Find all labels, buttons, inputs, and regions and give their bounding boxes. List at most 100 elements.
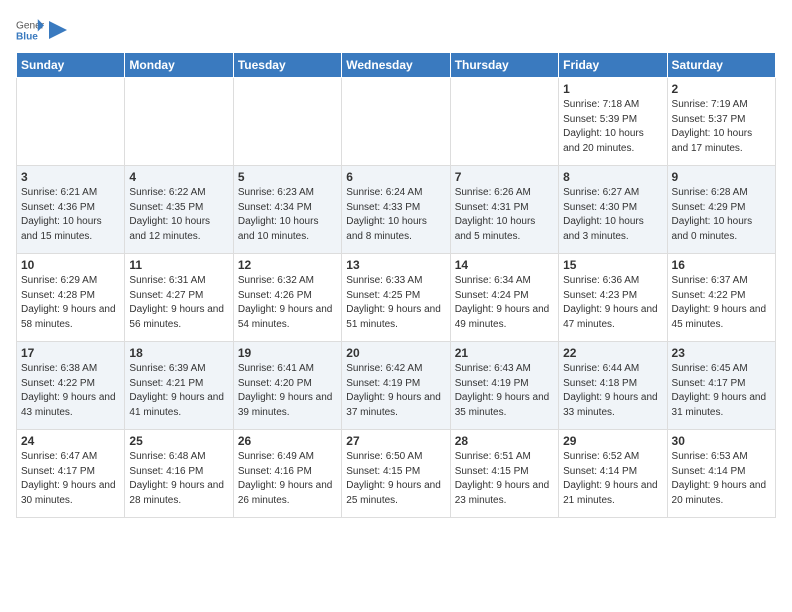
day-number: 13 xyxy=(346,258,445,272)
day-info: Sunrise: 6:28 AM Sunset: 4:29 PM Dayligh… xyxy=(672,186,771,244)
calendar-table: SundayMondayTuesdayWednesdayThursdayFrid… xyxy=(16,52,776,518)
day-number: 24 xyxy=(21,434,120,448)
calendar-cell: 18 Sunrise: 6:39 AM Sunset: 4:21 PM Dayli… xyxy=(125,342,233,430)
calendar-cell xyxy=(342,78,450,166)
calendar-cell xyxy=(233,78,341,166)
day-info: Sunrise: 6:37 AM Sunset: 4:22 PM Dayligh… xyxy=(672,274,771,332)
day-info: Sunrise: 6:39 AM Sunset: 4:21 PM Dayligh… xyxy=(129,362,228,420)
calendar-cell: 11Sunrise: 6:31 AM Sunset: 4:27 PM Dayli… xyxy=(125,254,233,342)
day-info: Sunrise: 6:22 AM Sunset: 4:35 PM Dayligh… xyxy=(129,186,228,244)
day-info: Sunrise: 6:41 AM Sunset: 4:20 PM Dayligh… xyxy=(238,362,337,420)
day-info: Sunrise: 7:19 AM Sunset: 5:37 PM Dayligh… xyxy=(672,98,771,156)
day-number: 10 xyxy=(21,258,120,272)
calendar-cell: 15 Sunrise: 6:36 AM Sunset: 4:23 PM Dayli… xyxy=(559,254,667,342)
day-info: Sunrise: 6:23 AM Sunset: 4:34 PM Dayligh… xyxy=(238,186,337,244)
weekday-header-sunday: Sunday xyxy=(17,53,125,78)
day-number: 12 xyxy=(238,258,337,272)
svg-text:Blue: Blue xyxy=(16,31,38,42)
calendar-week-row: 3Sunrise: 6:21 AM Sunset: 4:36 PM Daylig… xyxy=(17,166,776,254)
calendar-cell: 6 Sunrise: 6:24 AM Sunset: 4:33 PM Daylig… xyxy=(342,166,450,254)
day-number: 25 xyxy=(129,434,228,448)
calendar-cell: 2 Sunrise: 7:19 AM Sunset: 5:37 PM Daylig… xyxy=(667,78,775,166)
day-number: 15 xyxy=(563,258,662,272)
day-info: Sunrise: 6:26 AM Sunset: 4:31 PM Dayligh… xyxy=(455,186,554,244)
day-info: Sunrise: 6:44 AM Sunset: 4:18 PM Dayligh… xyxy=(563,362,662,420)
day-number: 4 xyxy=(129,170,228,184)
day-info: Sunrise: 6:34 AM Sunset: 4:24 PM Dayligh… xyxy=(455,274,554,332)
day-info: Sunrise: 6:43 AM Sunset: 4:19 PM Dayligh… xyxy=(455,362,554,420)
calendar-cell: 25 Sunrise: 6:48 AM Sunset: 4:16 PM Dayli… xyxy=(125,430,233,518)
calendar-cell: 5 Sunrise: 6:23 AM Sunset: 4:34 PM Daylig… xyxy=(233,166,341,254)
day-info: Sunrise: 6:45 AM Sunset: 4:17 PM Dayligh… xyxy=(672,362,771,420)
calendar-cell: 16Sunrise: 6:37 AM Sunset: 4:22 PM Dayli… xyxy=(667,254,775,342)
day-number: 2 xyxy=(672,82,771,96)
day-info: Sunrise: 6:48 AM Sunset: 4:16 PM Dayligh… xyxy=(129,450,228,508)
day-number: 11 xyxy=(129,258,228,272)
calendar-week-row: 1 Sunrise: 7:18 AM Sunset: 5:39 PM Daylig… xyxy=(17,78,776,166)
calendar-week-row: 17 Sunrise: 6:38 AM Sunset: 4:22 PM Dayli… xyxy=(17,342,776,430)
day-number: 20 xyxy=(346,346,445,360)
day-info: Sunrise: 6:53 AM Sunset: 4:14 PM Dayligh… xyxy=(672,450,771,508)
calendar-cell: 13 Sunrise: 6:33 AM Sunset: 4:25 PM Dayli… xyxy=(342,254,450,342)
calendar-cell: 10 Sunrise: 6:29 AM Sunset: 4:28 PM Dayli… xyxy=(17,254,125,342)
day-number: 9 xyxy=(672,170,771,184)
day-number: 5 xyxy=(238,170,337,184)
day-number: 26 xyxy=(238,434,337,448)
calendar-cell xyxy=(125,78,233,166)
calendar-cell: 7 Sunrise: 6:26 AM Sunset: 4:31 PM Daylig… xyxy=(450,166,558,254)
calendar-cell: 1 Sunrise: 7:18 AM Sunset: 5:39 PM Daylig… xyxy=(559,78,667,166)
day-info: Sunrise: 6:29 AM Sunset: 4:28 PM Dayligh… xyxy=(21,274,120,332)
calendar-cell xyxy=(17,78,125,166)
calendar-cell: 27 Sunrise: 6:50 AM Sunset: 4:15 PM Dayli… xyxy=(342,430,450,518)
calendar-cell: 9 Sunrise: 6:28 AM Sunset: 4:29 PM Daylig… xyxy=(667,166,775,254)
day-number: 28 xyxy=(455,434,554,448)
weekday-header-monday: Monday xyxy=(125,53,233,78)
day-info: Sunrise: 6:38 AM Sunset: 4:22 PM Dayligh… xyxy=(21,362,120,420)
calendar-cell: 8Sunrise: 6:27 AM Sunset: 4:30 PM Daylig… xyxy=(559,166,667,254)
calendar-cell: 21 Sunrise: 6:43 AM Sunset: 4:19 PM Dayli… xyxy=(450,342,558,430)
calendar-header-row: SundayMondayTuesdayWednesdayThursdayFrid… xyxy=(17,53,776,78)
logo: General Blue xyxy=(16,16,68,44)
day-info: Sunrise: 6:47 AM Sunset: 4:17 PM Dayligh… xyxy=(21,450,120,508)
day-number: 6 xyxy=(346,170,445,184)
day-info: Sunrise: 7:18 AM Sunset: 5:39 PM Dayligh… xyxy=(563,98,662,156)
weekday-header-friday: Friday xyxy=(559,53,667,78)
day-number: 29 xyxy=(563,434,662,448)
day-number: 17 xyxy=(21,346,120,360)
calendar-cell: 17 Sunrise: 6:38 AM Sunset: 4:22 PM Dayli… xyxy=(17,342,125,430)
calendar-cell: 22 Sunrise: 6:44 AM Sunset: 4:18 PM Dayli… xyxy=(559,342,667,430)
calendar-cell: 14Sunrise: 6:34 AM Sunset: 4:24 PM Dayli… xyxy=(450,254,558,342)
calendar-cell: 29Sunrise: 6:52 AM Sunset: 4:14 PM Dayli… xyxy=(559,430,667,518)
day-info: Sunrise: 6:36 AM Sunset: 4:23 PM Dayligh… xyxy=(563,274,662,332)
calendar-cell: 20 Sunrise: 6:42 AM Sunset: 4:19 PM Dayli… xyxy=(342,342,450,430)
day-info: Sunrise: 6:21 AM Sunset: 4:36 PM Dayligh… xyxy=(21,186,120,244)
day-info: Sunrise: 6:24 AM Sunset: 4:33 PM Dayligh… xyxy=(346,186,445,244)
weekday-header-saturday: Saturday xyxy=(667,53,775,78)
calendar-cell: 24 Sunrise: 6:47 AM Sunset: 4:17 PM Dayli… xyxy=(17,430,125,518)
day-info: Sunrise: 6:50 AM Sunset: 4:15 PM Dayligh… xyxy=(346,450,445,508)
day-info: Sunrise: 6:27 AM Sunset: 4:30 PM Dayligh… xyxy=(563,186,662,244)
calendar-cell: 28Sunrise: 6:51 AM Sunset: 4:15 PM Dayli… xyxy=(450,430,558,518)
weekday-header-tuesday: Tuesday xyxy=(233,53,341,78)
day-info: Sunrise: 6:32 AM Sunset: 4:26 PM Dayligh… xyxy=(238,274,337,332)
calendar-cell: 4 Sunrise: 6:22 AM Sunset: 4:35 PM Daylig… xyxy=(125,166,233,254)
day-number: 18 xyxy=(129,346,228,360)
calendar-cell: 30 Sunrise: 6:53 AM Sunset: 4:14 PM Dayli… xyxy=(667,430,775,518)
logo-icon: General Blue xyxy=(16,16,44,44)
calendar-cell: 26Sunrise: 6:49 AM Sunset: 4:16 PM Dayli… xyxy=(233,430,341,518)
day-number: 21 xyxy=(455,346,554,360)
day-number: 23 xyxy=(672,346,771,360)
day-info: Sunrise: 6:42 AM Sunset: 4:19 PM Dayligh… xyxy=(346,362,445,420)
header: General Blue xyxy=(16,16,776,44)
weekday-header-thursday: Thursday xyxy=(450,53,558,78)
day-number: 27 xyxy=(346,434,445,448)
day-number: 1 xyxy=(563,82,662,96)
day-number: 30 xyxy=(672,434,771,448)
day-info: Sunrise: 6:33 AM Sunset: 4:25 PM Dayligh… xyxy=(346,274,445,332)
calendar-cell: 12 Sunrise: 6:32 AM Sunset: 4:26 PM Dayli… xyxy=(233,254,341,342)
day-number: 7 xyxy=(455,170,554,184)
calendar-cell: 19Sunrise: 6:41 AM Sunset: 4:20 PM Dayli… xyxy=(233,342,341,430)
calendar-week-row: 24 Sunrise: 6:47 AM Sunset: 4:17 PM Dayli… xyxy=(17,430,776,518)
day-number: 22 xyxy=(563,346,662,360)
weekday-header-wednesday: Wednesday xyxy=(342,53,450,78)
